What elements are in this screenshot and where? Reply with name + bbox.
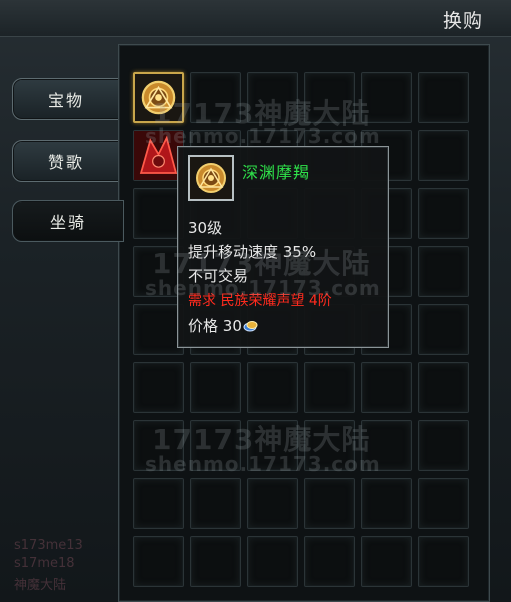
- item-slot[interactable]: [418, 72, 469, 123]
- item-slot[interactable]: [304, 362, 355, 413]
- item-slot[interactable]: [418, 246, 469, 297]
- item-slot[interactable]: [247, 478, 298, 529]
- corner-watermark: s173me13: [14, 538, 83, 553]
- corner-watermark: s17me18: [14, 556, 75, 571]
- tab-hymn[interactable]: 赞歌: [12, 140, 120, 182]
- window-title: 换购: [442, 10, 483, 32]
- item-slot[interactable]: [304, 72, 355, 123]
- item-slot[interactable]: [418, 478, 469, 529]
- item-slot[interactable]: [361, 72, 412, 123]
- item-name: 深渊摩羯: [242, 163, 311, 182]
- tab-treasure[interactable]: 宝物: [12, 78, 120, 120]
- tab-label: 宝物: [47, 91, 84, 110]
- item-trade-status: 不可交易: [188, 267, 249, 285]
- item-slot[interactable]: [133, 72, 184, 123]
- item-slot[interactable]: [133, 536, 184, 587]
- item-slot[interactable]: [190, 536, 241, 587]
- item-level: 30级: [188, 219, 223, 237]
- item-slot[interactable]: [361, 536, 412, 587]
- item-slot[interactable]: [190, 362, 241, 413]
- item-slot[interactable]: [361, 478, 412, 529]
- item-slot[interactable]: [247, 420, 298, 471]
- title-bar: 换购: [0, 0, 511, 37]
- item-slot[interactable]: [418, 536, 469, 587]
- tab-mount[interactable]: 坐骑: [12, 200, 124, 242]
- item-slot[interactable]: [247, 362, 298, 413]
- price-label: 价格: [188, 317, 219, 335]
- corner-watermark: 神魔大陆: [14, 578, 67, 593]
- item-slot[interactable]: [190, 72, 241, 123]
- item-slot[interactable]: [418, 130, 469, 181]
- item-requirement: 需求 民族荣耀声望 4阶: [188, 293, 332, 309]
- item-slot[interactable]: [190, 478, 241, 529]
- item-slot[interactable]: [361, 362, 412, 413]
- item-price: 价格 30: [188, 315, 259, 336]
- item-slot[interactable]: [361, 420, 412, 471]
- red-mount-icon: [134, 131, 183, 180]
- item-slot[interactable]: [304, 478, 355, 529]
- item-effect: 提升移动速度 35%: [188, 243, 317, 261]
- golden-seal-mount-icon: [188, 155, 234, 201]
- item-slot[interactable]: [418, 362, 469, 413]
- item-slot[interactable]: [133, 362, 184, 413]
- item-slot[interactable]: [418, 420, 469, 471]
- item-slot[interactable]: [247, 72, 298, 123]
- coin-icon: [243, 318, 259, 332]
- item-slot[interactable]: [133, 420, 184, 471]
- tab-label: 赞歌: [47, 153, 84, 172]
- price-value: 30: [222, 317, 242, 335]
- item-slot[interactable]: [247, 536, 298, 587]
- tab-label: 坐骑: [49, 213, 86, 232]
- item-slot[interactable]: [304, 536, 355, 587]
- item-slot[interactable]: [304, 420, 355, 471]
- item-tooltip: 深渊摩羯 30级 提升移动速度 35% 不可交易 需求 民族荣耀声望 4阶 价格…: [177, 146, 389, 348]
- item-slot[interactable]: [133, 478, 184, 529]
- golden-seal-mount-icon: [135, 74, 182, 121]
- item-slot[interactable]: [418, 304, 469, 355]
- item-slot[interactable]: [190, 420, 241, 471]
- item-slot[interactable]: [418, 188, 469, 239]
